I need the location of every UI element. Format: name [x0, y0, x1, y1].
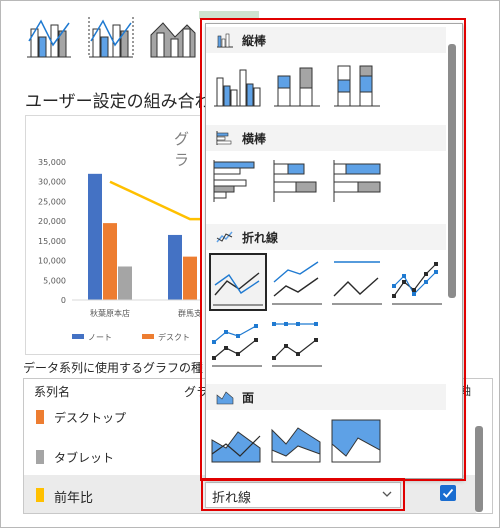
gallery-item-100-stacked-bar[interactable]: [330, 154, 384, 206]
y-tick-label: 25,000: [38, 197, 66, 206]
y-tick-label: 20,000: [38, 217, 66, 226]
gallery-group-label: 横棒: [242, 132, 267, 146]
series-color-swatch: [36, 488, 44, 502]
legend-label: ノート: [88, 333, 112, 342]
line-chart-icon: [216, 231, 233, 243]
series-row-label: デスクトップ: [54, 411, 127, 425]
y-tick-label: 10,000: [38, 257, 66, 266]
preview-bar: [168, 234, 182, 300]
x-tick-label: 群馬支: [178, 308, 201, 318]
gallery-group-line: 折れ線: [206, 224, 446, 250]
combo-thumb-secondary-axis[interactable]: [85, 11, 137, 63]
legend-swatch: [142, 334, 154, 339]
custom-combination-title: ユーザー設定の組み合わ: [25, 92, 205, 112]
preview-bar: [88, 173, 102, 300]
gallery-item-clustered-bar[interactable]: [210, 154, 264, 206]
gallery-item-stacked-column[interactable]: [270, 58, 324, 110]
y-tick-label: 5,000: [43, 276, 66, 285]
gallery-item-line-markers[interactable]: [390, 256, 444, 308]
series-row-label: タブレット: [54, 451, 115, 465]
gallery-group-area: 面: [206, 384, 446, 410]
y-tick-label: 30,000: [38, 178, 66, 187]
gallery-group-bar: 横棒: [206, 125, 446, 151]
preview-bar: [103, 223, 117, 300]
gallery-item-stacked-bar[interactable]: [270, 154, 324, 206]
gallery-item-stacked-area[interactable]: [270, 414, 324, 466]
gallery-item-stacked-line[interactable]: [270, 256, 324, 308]
y-tick-label: 15,000: [38, 237, 66, 246]
legend-swatch: [72, 334, 84, 339]
preview-bar: [118, 266, 132, 300]
area-chart-icon: [216, 391, 234, 405]
combo-thumb-clustered-line[interactable]: [23, 11, 75, 63]
gallery-group-label: 面: [242, 391, 255, 405]
gallery-item-100-stacked-line[interactable]: [330, 256, 384, 308]
check-icon: [442, 488, 454, 498]
gallery-item-clustered-column[interactable]: [210, 58, 264, 110]
ribbon-accent: [199, 11, 259, 19]
preview-bar: [183, 256, 197, 300]
chart-type-select[interactable]: 折れ線: [205, 482, 401, 508]
gallery-group-label: 折れ線: [242, 231, 279, 245]
gallery-item-area[interactable]: [210, 414, 264, 466]
bar-chart-icon: [216, 131, 232, 145]
y-tick-label: 35,000: [38, 158, 66, 167]
secondary-axis-checkbox[interactable]: [440, 485, 456, 501]
combo-thumb-area-column[interactable]: [147, 11, 199, 63]
x-tick-label: 秋葉原本店: [90, 308, 130, 318]
combo-chart-thumbnails: [23, 11, 196, 71]
legend-label: デスクト: [158, 332, 190, 342]
gallery-item-stacked-line-markers[interactable]: [210, 318, 264, 370]
series-color-swatch: [36, 410, 44, 424]
table-scrollbar[interactable]: [475, 426, 483, 512]
preview-line-series: [109, 180, 200, 221]
change-chart-type-dialog: ユーザー設定の組み合わ グラ 0 5,000 10,000 15,000 20,000 2…: [0, 0, 500, 528]
gallery-item-line[interactable]: [209, 253, 267, 311]
chart-preview: グラ 0 5,000 10,000 15,000 20,000 25,000 30,000 3…: [25, 115, 201, 355]
column-chart-icon: [217, 33, 233, 48]
y-tick-label: 0: [61, 296, 66, 305]
series-color-swatch: [36, 450, 44, 464]
gallery-group-column: 縦棒: [206, 27, 446, 53]
gallery-item-100-stacked-area[interactable]: [330, 414, 384, 466]
gallery-item-100-stacked-column[interactable]: [330, 58, 384, 110]
chart-type-gallery: 縦棒 横棒 折れ線 面: [205, 23, 463, 479]
series-row-label: 前年比: [54, 491, 94, 506]
gallery-item-100-stacked-line-markers[interactable]: [270, 318, 324, 370]
preview-chart-svg: 0 5,000 10,000 15,000 20,000 25,000 30,000 35,0…: [38, 158, 201, 342]
gallery-group-label: 縦棒: [242, 34, 267, 48]
chart-type-select-value: 折れ線: [212, 491, 252, 506]
chevron-down-icon: [382, 491, 392, 497]
series-type-instruction: データ系列に使用するグラフの種類と: [23, 361, 203, 375]
gallery-scrollbar[interactable]: [448, 44, 456, 298]
